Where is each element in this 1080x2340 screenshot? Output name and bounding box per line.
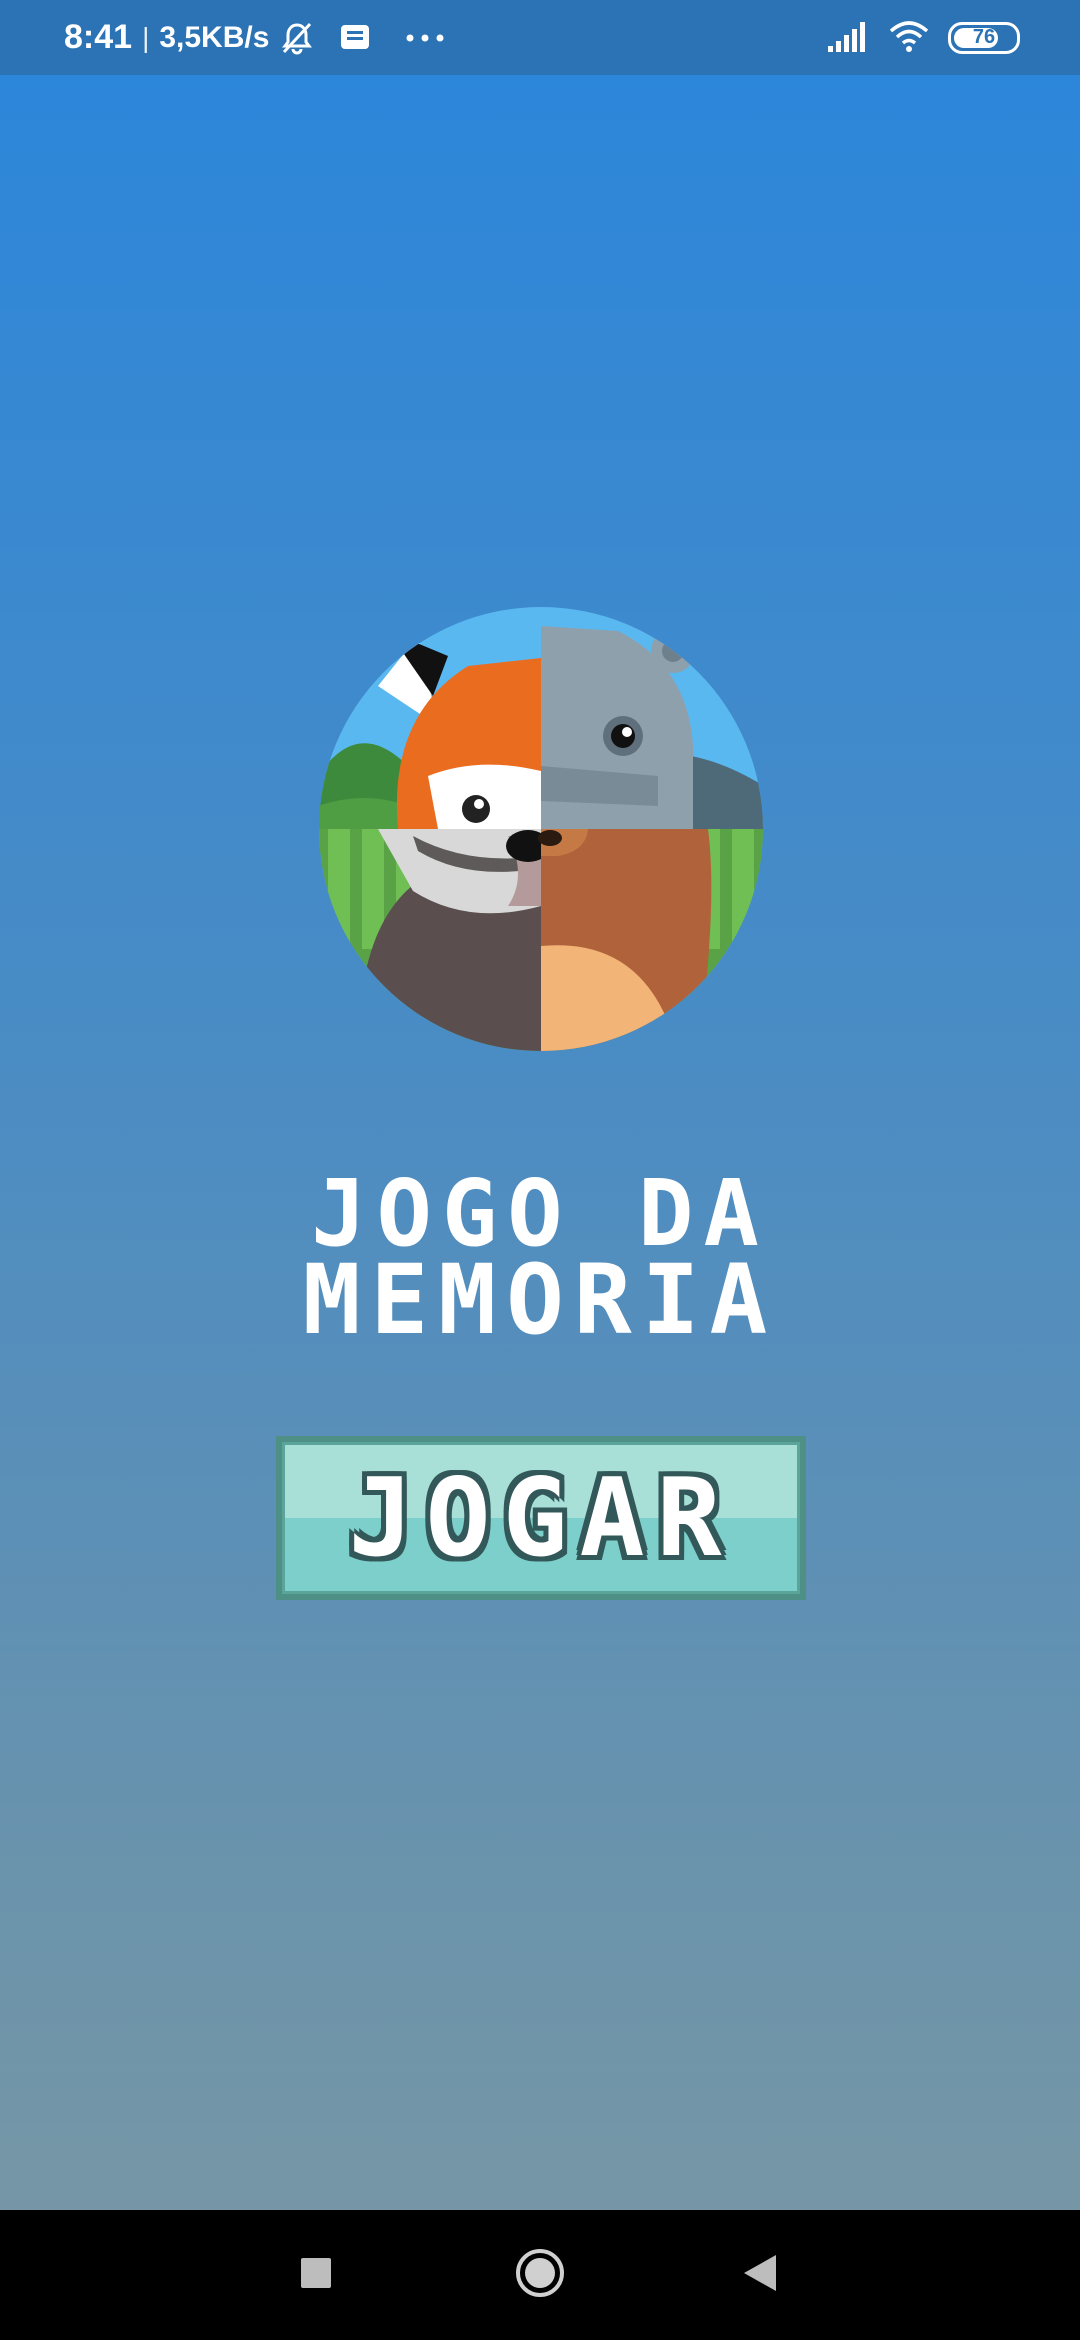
- play-button-label: JOGAR: [348, 1455, 734, 1581]
- notification-icon: [339, 23, 371, 53]
- game-title-line-2: MEMORIA: [302, 1244, 778, 1356]
- play-button[interactable]: JOGAR: [276, 1436, 806, 1600]
- muted-bell-icon: [279, 20, 315, 56]
- home-circle-icon: [514, 2247, 566, 2303]
- wifi-icon: [888, 19, 930, 57]
- more-dots-icon: [405, 33, 445, 43]
- battery-level: 76: [972, 26, 996, 48]
- animals-logo-icon: [318, 606, 764, 1052]
- status-bar: 8:41 | 3,5KB/s 76: [0, 0, 1080, 75]
- back-triangle-icon: [742, 2253, 778, 2297]
- status-time: 8:41: [64, 18, 133, 56]
- status-separator: |: [142, 21, 150, 53]
- battery-indicator: 76: [948, 21, 1020, 54]
- navigation-bar: [0, 2210, 1080, 2340]
- status-left: 8:41 | 3,5KB/s: [64, 0, 445, 75]
- signal-icon: [828, 20, 870, 56]
- back-button[interactable]: [700, 2210, 820, 2340]
- recents-button[interactable]: [256, 2210, 376, 2340]
- network-speed: 3,5KB/s: [159, 20, 270, 54]
- recents-square-icon: [299, 2256, 333, 2294]
- home-button[interactable]: [480, 2210, 600, 2340]
- status-right: 76: [828, 0, 1020, 75]
